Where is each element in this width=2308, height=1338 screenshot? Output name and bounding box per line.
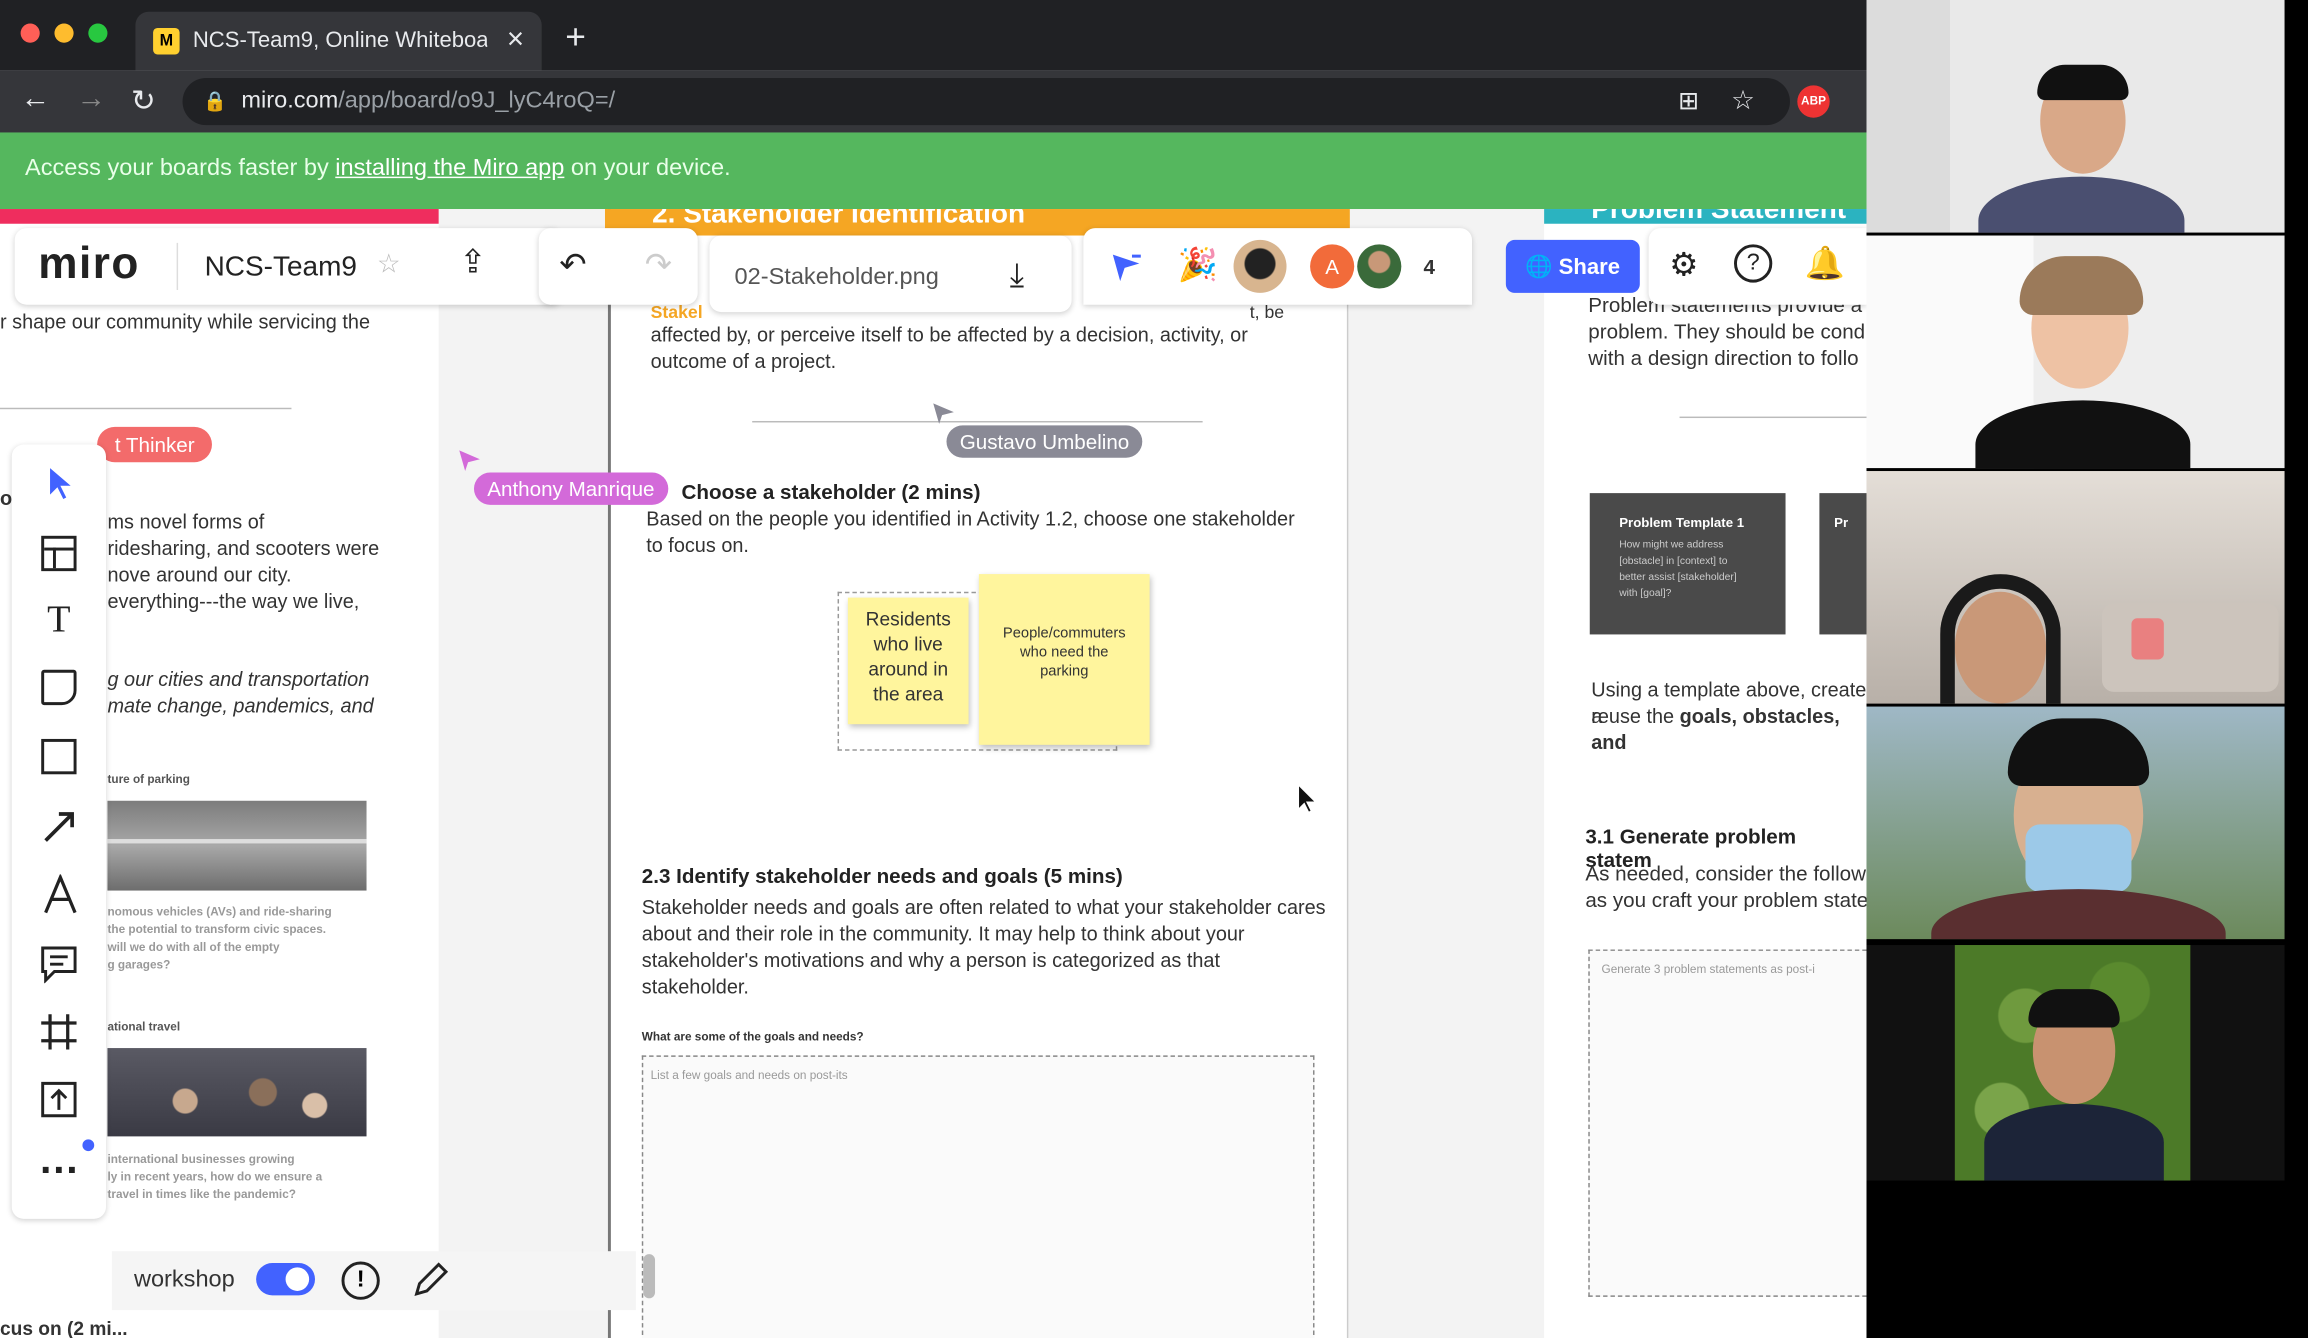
- frame-left-header: [0, 209, 439, 224]
- collaborator-avatar[interactable]: A: [1310, 244, 1355, 289]
- lock-icon: 🔒: [203, 89, 227, 112]
- install-app-link[interactable]: installing the Miro app: [335, 156, 564, 181]
- goals-needs-dropzone[interactable]: List a few goals and needs on post-its: [641, 1055, 1315, 1338]
- forward-arrow-icon[interactable]: →: [77, 82, 106, 116]
- help-icon[interactable]: ?: [1734, 244, 1773, 283]
- collaborator-count[interactable]: 4: [1407, 244, 1452, 289]
- tab-title: NCS-Team9, Online Whiteboa: [192, 27, 488, 53]
- tools-sidebar: T …: [11, 444, 106, 1219]
- shape-tool-icon[interactable]: [41, 738, 77, 775]
- notification-dot: [82, 1139, 95, 1152]
- collaboration-toolbar: 🎉 A 4: [1083, 228, 1472, 305]
- choose-stakeholder-heading: Choose a stakeholder (2 mins): [681, 479, 981, 504]
- miro-board-menu: miro NCS-Team9 ☆ ⇪: [14, 228, 563, 305]
- address-bar[interactable]: 🔒 miro.com/app/board/o9J_lyC4roQ=/ ⊞ ☆: [182, 78, 1790, 126]
- workshop-toggle[interactable]: [256, 1262, 316, 1296]
- frame-problem-title: Problem Statement: [1544, 209, 1867, 224]
- sticky-note-commuters[interactable]: People/commuters who need the parking: [978, 574, 1150, 745]
- user-avatar[interactable]: [1233, 239, 1287, 293]
- bottom-toolbar: workshop !: [111, 1251, 636, 1311]
- browser-toolbar: ← → ↻ 🔒 miro.com/app/board/o9J_lyC4roQ=/…: [0, 70, 1867, 133]
- maximize-window-button[interactable]: [88, 23, 108, 43]
- mouse-pointer-icon: [1297, 783, 1318, 814]
- needs-goals-text: Stakeholder needs and goals are often re…: [641, 896, 1326, 999]
- participant-video-tile[interactable]: [1866, 235, 2285, 469]
- problem-template-card[interactable]: Problem Template 1 How might we address …: [1589, 493, 1786, 635]
- download-icon[interactable]: ⤓: [1010, 256, 1024, 294]
- file-preview-bar: 02-Stakeholder.png ⤓: [709, 235, 1072, 313]
- alert-icon[interactable]: !: [341, 1261, 380, 1300]
- participant-video-tile[interactable]: [1866, 706, 2285, 940]
- undo-redo-group: ↶ ↷: [538, 228, 698, 305]
- sticky-note-residents[interactable]: Residents who live around in the area: [847, 597, 969, 725]
- settings-sliders-icon[interactable]: ⚙: [1669, 246, 1698, 284]
- url-path: /app/board/o9J_lyC4roQ=/: [338, 88, 616, 114]
- close-window-button[interactable]: [20, 23, 40, 43]
- board-name[interactable]: NCS-Team9: [205, 252, 357, 284]
- workshop-label: workshop: [133, 1267, 235, 1293]
- cursor-label-anthony: Anthony Manrique: [473, 472, 668, 505]
- cursor-pointer-icon: [933, 403, 954, 424]
- thinker-tag: t Thinker: [97, 426, 213, 463]
- participant-video-tile[interactable]: [1866, 945, 2285, 1181]
- scroll-handle[interactable]: [643, 1254, 656, 1299]
- install-app-banner: Access your boards faster by installing …: [0, 132, 1867, 210]
- select-tool-icon[interactable]: [44, 465, 76, 503]
- bookmark-star-icon[interactable]: ☆: [1731, 85, 1755, 116]
- connection-line-tool-icon[interactable]: [41, 807, 79, 845]
- export-upload-icon[interactable]: ⇪: [459, 243, 486, 281]
- collaborator-avatar[interactable]: [1357, 244, 1402, 289]
- url-domain: miro.com: [241, 88, 339, 114]
- adblock-extension-icon[interactable]: ABP: [1797, 85, 1830, 118]
- cursor-label-gustavo: Gustavo Umbelino: [946, 425, 1143, 458]
- frame-tool-icon[interactable]: [40, 1013, 78, 1051]
- browser-tab[interactable]: M NCS-Team9, Online Whiteboa ×: [135, 11, 542, 71]
- left-bottom-text: cus on (2 mi...: [0, 1317, 128, 1338]
- pencil-icon[interactable]: [412, 1260, 450, 1298]
- participant-video-tile[interactable]: [1866, 0, 2285, 233]
- file-name: 02-Stakeholder.png: [734, 264, 939, 290]
- miro-favicon-icon: M: [153, 27, 180, 55]
- left-paragraph: ms novel forms of ridesharing, and scoot…: [107, 510, 380, 613]
- templates-tool-icon[interactable]: [41, 535, 77, 572]
- minimize-window-button[interactable]: [54, 23, 74, 43]
- reload-icon[interactable]: ↻: [131, 82, 156, 119]
- upload-tool-icon[interactable]: [40, 1080, 78, 1118]
- redo-icon[interactable]: ↷: [645, 246, 672, 284]
- back-arrow-icon[interactable]: ←: [21, 82, 50, 116]
- notifications-bell-icon[interactable]: 🔔: [1805, 244, 1845, 282]
- left-italic-text: g our cities and transportation mate cha…: [107, 668, 374, 717]
- needs-goals-heading: 2.3 Identify stakeholder needs and goals…: [641, 864, 1123, 888]
- participant-video-tile[interactable]: [1866, 471, 2285, 704]
- close-tab-icon[interactable]: ×: [507, 24, 524, 58]
- choose-stakeholder-text: Based on the people you identified in Ac…: [646, 507, 1295, 557]
- problem-template-card-2[interactable]: Pr: [1819, 493, 1867, 635]
- more-tools-icon[interactable]: …: [35, 1136, 82, 1183]
- apps-grid-icon[interactable]: ⊞: [1678, 87, 1699, 116]
- new-tab-icon[interactable]: +: [565, 18, 586, 59]
- parking-garage-image: [107, 800, 367, 891]
- text-tool-icon[interactable]: T: [35, 598, 82, 642]
- celebrate-icon[interactable]: 🎉: [1178, 246, 1218, 284]
- screen: M NCS-Team9, Online Whiteboa × + ← → ↻ 🔒…: [0, 0, 2308, 1338]
- left-intro-text: r shape our community while servicing th…: [0, 310, 371, 333]
- undo-icon[interactable]: ↶: [559, 246, 586, 284]
- airplane-passengers-image: [107, 1048, 367, 1137]
- globe-icon: 🌐: [1524, 254, 1553, 280]
- video-call-panel: [1866, 0, 2308, 1338]
- board-settings-group: ⚙ ? 🔔: [1648, 228, 1867, 305]
- comment-tool-icon[interactable]: [40, 945, 78, 984]
- select-cursor-icon[interactable]: [1107, 249, 1145, 287]
- whiteboard-canvas[interactable]: r shape our community while servicing th…: [0, 209, 1867, 1338]
- cursor-pointer-icon: [459, 450, 480, 472]
- sticky-note-tool-icon[interactable]: [41, 669, 77, 706]
- browser-tab-bar: M NCS-Team9, Online Whiteboa × +: [0, 0, 1867, 71]
- pen-tool-icon[interactable]: [41, 874, 79, 915]
- share-button[interactable]: 🌐 Share: [1505, 239, 1640, 293]
- star-icon[interactable]: ☆: [377, 249, 401, 280]
- problem-statements-dropzone[interactable]: Generate 3 problem statements as post-i: [1588, 949, 1867, 1297]
- miro-logo[interactable]: miro: [38, 240, 140, 290]
- stakeholder-definition-text: affected by, or perceive itself to be af…: [650, 323, 1248, 373]
